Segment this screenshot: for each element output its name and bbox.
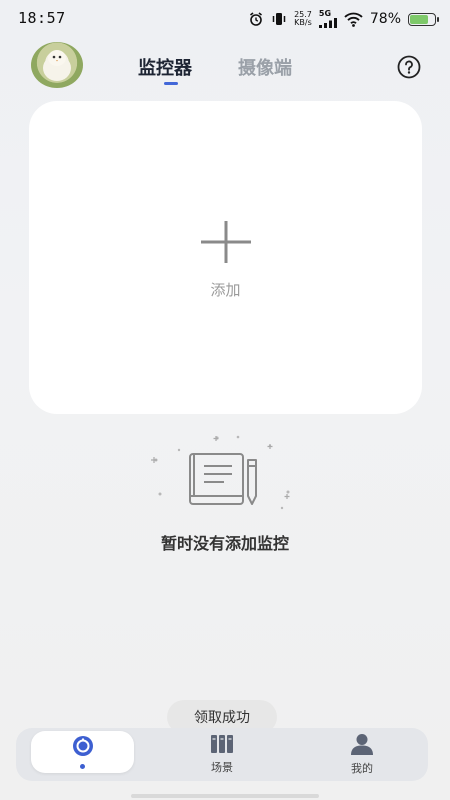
active-tab-indicator — [164, 82, 178, 85]
nav-scene-label: 场景 — [211, 761, 233, 774]
alarm-icon — [248, 11, 264, 27]
notebook-pencil-icon — [150, 432, 300, 517]
tab-monitor[interactable]: 监控器 — [138, 54, 192, 80]
books-icon — [210, 734, 234, 758]
nav-home[interactable] — [31, 731, 134, 773]
nav-mine-label: 我的 — [351, 762, 373, 775]
net-speed: 25.7 KB/s — [294, 10, 312, 27]
active-dot — [80, 764, 85, 769]
nav-mine[interactable]: 我的 — [326, 728, 398, 781]
network-type: 5G — [318, 9, 332, 18]
bottom-nav: 场景 我的 — [16, 728, 428, 781]
toast-text: 领取成功 — [194, 710, 250, 726]
status-time: 18:57 — [18, 9, 66, 27]
battery-percent: 78% — [369, 11, 401, 27]
top-tabs: 监控器 摄像端 — [138, 54, 292, 80]
status-bar: 18:57 25.7 KB/s 5G 78% — [0, 0, 450, 38]
avatar-image — [43, 50, 71, 81]
vibrate-icon — [271, 11, 287, 27]
tab-camera[interactable]: 摄像端 — [238, 54, 292, 80]
signal-icon: 5G — [318, 9, 337, 28]
plus-icon — [201, 221, 251, 263]
wifi-icon — [344, 12, 363, 27]
empty-state-message: 暂时没有添加监控 — [160, 534, 289, 553]
nav-scene[interactable]: 场景 — [186, 728, 258, 781]
status-icons: 25.7 KB/s 5G 78% — [248, 8, 439, 30]
home-monitor-icon — [72, 735, 94, 761]
battery-fill — [410, 14, 428, 24]
home-indicator — [131, 794, 319, 798]
person-icon — [350, 733, 374, 759]
battery-icon — [408, 12, 439, 26]
question-circle-icon[interactable] — [397, 55, 421, 79]
add-monitor-card[interactable]: 添加 — [29, 101, 422, 414]
avatar[interactable] — [31, 42, 83, 88]
add-label: 添加 — [210, 281, 241, 299]
